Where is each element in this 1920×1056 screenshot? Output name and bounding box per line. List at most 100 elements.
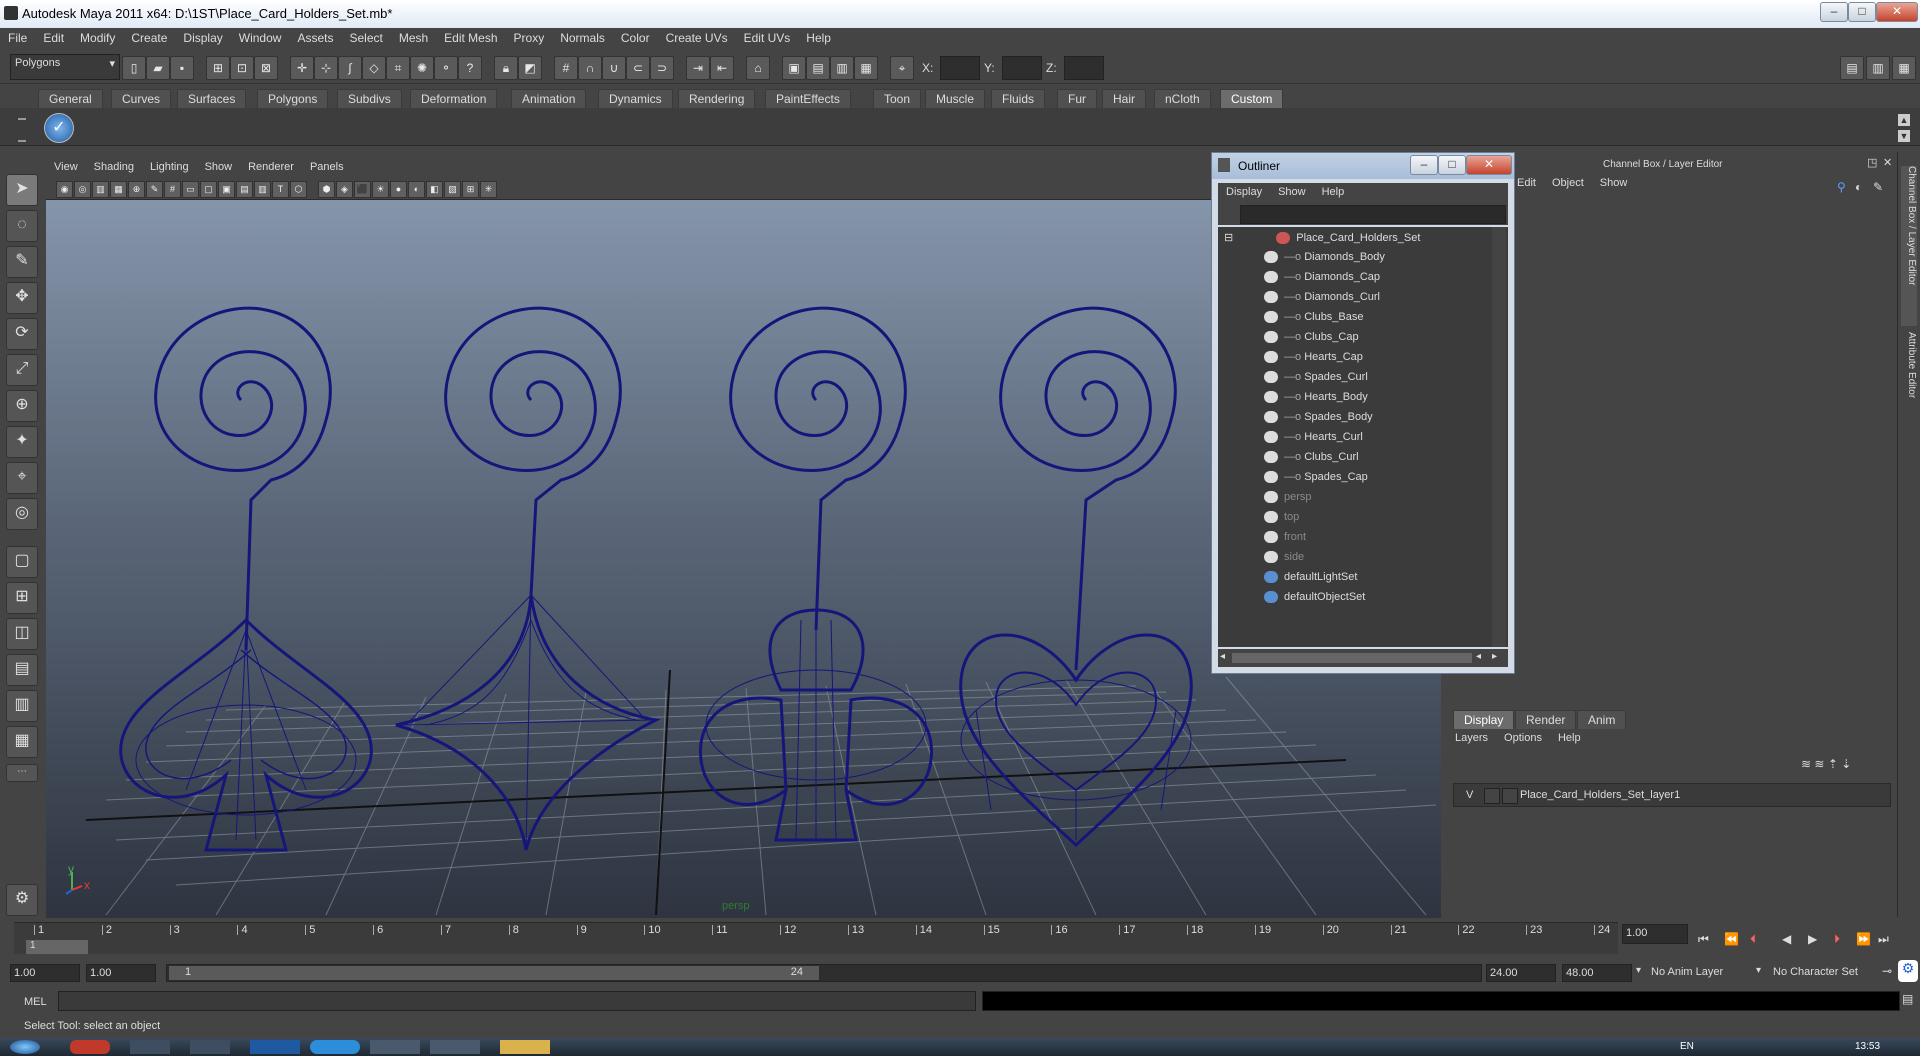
shelf-tab-fur[interactable]: Fur [1057, 89, 1097, 108]
image-plane-icon[interactable]: ▦ [110, 181, 127, 198]
minimize-button[interactable]: – [1820, 2, 1848, 22]
shelf-tab-hair[interactable]: Hair [1102, 89, 1147, 108]
outliner-vscroll[interactable] [1492, 227, 1506, 647]
select-misc-icon[interactable]: ? [458, 56, 482, 80]
layer-menu-options[interactable]: Options [1496, 729, 1550, 744]
channel-box-menu-object[interactable]: Object [1544, 174, 1592, 189]
render-view-icon[interactable]: ▣ [782, 56, 806, 80]
outliner-item[interactable]: —o Diamonds_Curl [1264, 291, 1380, 309]
layer-tab-display[interactable]: Display [1453, 710, 1515, 729]
shade-wireframe-icon[interactable]: ◈ [336, 181, 353, 198]
explorer-taskbar-icon[interactable] [500, 1040, 550, 1054]
step-back-key-icon[interactable]: ⏴ [1750, 932, 1756, 947]
select-deformations-icon[interactable]: ⌗ [386, 56, 410, 80]
shelf-tab-subdivs[interactable]: Subdivs [337, 89, 402, 108]
script-editor-icon[interactable]: ⚙ [6, 884, 38, 916]
maximize-button[interactable]: □ [1848, 2, 1876, 22]
scroll-left-icon[interactable]: ◂ [1220, 651, 1225, 662]
channel-box-icon[interactable]: ⚲ [1837, 180, 1846, 194]
menu-mesh[interactable]: Mesh [391, 28, 436, 45]
app2-taskbar-icon[interactable] [430, 1040, 480, 1054]
layer-row[interactable]: V Place_Card_Holders_Set_layer1 [1453, 783, 1891, 807]
shelf-tab-muscle[interactable]: Muscle [925, 89, 986, 108]
layer-visibility-toggle[interactable]: V [1466, 789, 1473, 801]
outliner-item[interactable]: —o Spades_Cap [1264, 471, 1368, 489]
grease-pencil-icon[interactable]: ✎ [146, 181, 163, 198]
hypershade-layout-icon[interactable]: ▥ [6, 690, 38, 722]
xray-icon[interactable]: ▧ [444, 181, 461, 198]
layer-tab-anim[interactable]: Anim [1577, 710, 1627, 729]
menu-edit[interactable]: Edit [35, 28, 72, 45]
start-button-icon[interactable] [10, 1040, 40, 1054]
viewport-menu-lighting[interactable]: Lighting [142, 158, 197, 173]
show-manipulator-icon[interactable]: ⌖ [6, 462, 38, 494]
paint-select-tool-icon[interactable]: ✎ [6, 246, 38, 278]
rotate-tool-icon[interactable]: ⟳ [6, 318, 38, 350]
layer-type-toggle[interactable] [1484, 788, 1500, 804]
shadows-icon[interactable]: ● [390, 181, 407, 198]
textured-icon[interactable]: ⬛ [354, 181, 371, 198]
viewport-menu-renderer[interactable]: Renderer [240, 158, 302, 173]
outliner-hscroll[interactable]: ◂ ◂ ▸ [1218, 649, 1508, 667]
shelf-tab-painteffects[interactable]: PaintEffects [765, 89, 851, 108]
xray-components-icon[interactable]: ✳ [480, 181, 497, 198]
viewport-menu-shading[interactable]: Shading [86, 158, 142, 173]
shelf-tab-polygons[interactable]: Polygons [257, 89, 329, 108]
system-clock[interactable]: 13:53 [1855, 1041, 1880, 1052]
ipr-render-icon[interactable]: ▥ [830, 56, 854, 80]
current-frame-marker[interactable]: 1 [26, 940, 88, 954]
outliner-filter-input[interactable] [1240, 205, 1506, 224]
chevron-down-icon-2[interactable]: ▾ [1756, 965, 1761, 976]
outliner-menu-help[interactable]: Help [1314, 183, 1353, 198]
layer-tab-render[interactable]: Render [1515, 710, 1577, 729]
shelf-tab-ncloth[interactable]: nCloth [1154, 89, 1211, 108]
snap-curve-icon[interactable]: ∩ [578, 56, 602, 80]
outliner-maximize-button[interactable]: □ [1438, 155, 1466, 175]
attribute-icon[interactable]: ✎ [1873, 180, 1883, 194]
play-backwards-icon[interactable]: ◀ [1782, 932, 1791, 946]
outliner-set-item[interactable]: defaultLightSet [1264, 571, 1357, 589]
outliner-set-item[interactable]: defaultObjectSet [1264, 591, 1365, 609]
menu-display[interactable]: Display [175, 28, 230, 45]
lock-selection-icon[interactable]: 🔒︎ [494, 56, 518, 80]
render-settings-icon[interactable]: ▦ [854, 56, 878, 80]
use-all-lights-icon[interactable]: ☀ [372, 181, 389, 198]
bookmarks-icon[interactable]: ▥ [92, 181, 109, 198]
shelf-tab-surfaces[interactable]: Surfaces [177, 89, 247, 108]
menu-normals[interactable]: Normals [552, 28, 613, 45]
outliner-item[interactable]: —o Spades_Curl [1264, 371, 1368, 389]
shelf-tab-general[interactable]: General [38, 89, 103, 108]
menu-color[interactable]: Color [613, 28, 658, 45]
shelf-tab-rendering[interactable]: Rendering [678, 89, 756, 108]
collapse-icon[interactable]: ⊟ [1224, 232, 1236, 244]
render-frame-icon[interactable]: ▤ [806, 56, 830, 80]
layer-color-swatch[interactable] [1502, 788, 1518, 804]
viewport-menu-show[interactable]: Show [197, 158, 241, 173]
outliner-graph-layout-icon[interactable]: ▦ [6, 726, 38, 758]
outliner-item[interactable]: —o Clubs_Curl [1264, 451, 1359, 469]
select-rendering-icon[interactable]: ⚬ [434, 56, 458, 80]
outliner-menu-show[interactable]: Show [1270, 183, 1314, 198]
select-hierarchy-icon[interactable]: ⊞ [206, 56, 230, 80]
z-coord-field[interactable] [1064, 56, 1104, 80]
start-time-field[interactable]: 1.00 [10, 964, 80, 982]
outliner-camera-item[interactable]: front [1264, 531, 1306, 549]
float-panel-icon[interactable]: ◳ [1867, 156, 1877, 169]
y-coord-field[interactable] [1002, 56, 1042, 80]
step-back-frame-icon[interactable]: ⏪ [1724, 932, 1739, 946]
construction-history-icon[interactable]: ⌂ [746, 56, 770, 80]
menu-select[interactable]: Select [341, 28, 390, 45]
menu-set-dropdown[interactable]: Polygons ▾ [10, 54, 120, 80]
current-time-field[interactable]: 1.00 [1622, 924, 1688, 944]
outliner-camera-item[interactable]: top [1264, 511, 1299, 529]
playback-end-field[interactable]: 24.00 [1486, 964, 1556, 982]
animation-preferences-icon[interactable]: ⚙ [1898, 960, 1918, 982]
select-object-icon[interactable]: ⊡ [230, 56, 254, 80]
scale-tool-icon[interactable]: ⤢ [6, 354, 38, 386]
safe-title-icon[interactable]: T [272, 181, 289, 198]
select-component-icon[interactable]: ⊠ [254, 56, 278, 80]
shelf-menu-icon[interactable] [18, 118, 26, 142]
end-time-field[interactable]: 48.00 [1562, 964, 1632, 982]
menu-edit-uvs[interactable]: Edit UVs [736, 28, 799, 45]
yandex-taskbar-icon[interactable] [190, 1040, 230, 1054]
